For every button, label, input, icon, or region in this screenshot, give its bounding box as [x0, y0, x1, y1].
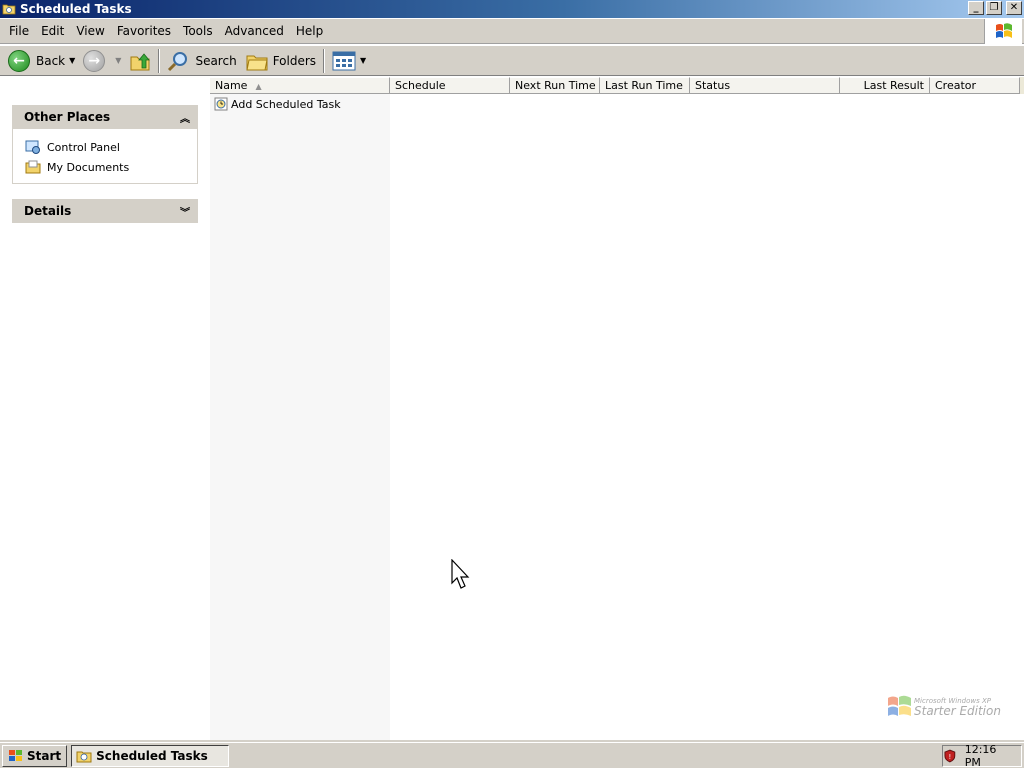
mouse-pointer-icon — [451, 559, 470, 589]
start-button[interactable]: Start — [2, 744, 68, 767]
sorted-column-highlight — [210, 94, 390, 740]
minimize-button[interactable]: _ — [968, 1, 984, 15]
forward-button[interactable]: → ▼ — [79, 48, 125, 74]
collapse-chevron-icon[interactable]: ︽ — [180, 110, 190, 125]
windows-flag-icon — [888, 695, 911, 716]
folders-label: Folders — [272, 53, 317, 68]
scheduled-tasks-folder-icon — [76, 751, 92, 762]
close-icon: ✕ — [1009, 2, 1019, 13]
link-control-panel[interactable]: Control Panel — [25, 137, 197, 157]
add-scheduled-task-icon — [214, 97, 228, 111]
menu-advanced[interactable]: Advanced — [219, 21, 290, 41]
column-header-creator[interactable]: Creator — [930, 77, 1020, 94]
watermark-text: Microsoft Windows XP Starter Edition — [914, 697, 1001, 718]
views-icon — [332, 51, 356, 70]
system-tray: ! 12:16 PM — [942, 743, 1022, 768]
close-button[interactable]: ✕ — [1006, 1, 1022, 15]
up-folder-icon — [130, 52, 151, 70]
security-shield-icon[interactable]: ! — [943, 749, 957, 763]
expand-chevron-icon[interactable]: ︾ — [180, 204, 190, 219]
svg-text:!: ! — [948, 753, 951, 761]
forward-dropdown-icon[interactable]: ▼ — [115, 56, 121, 65]
task-pane: Other Places ︽ Control Panel My Document… — [0, 77, 210, 740]
link-label: Control Panel — [47, 140, 120, 154]
other-places-panel: Other Places ︽ Control Panel My Document… — [12, 105, 198, 184]
back-button[interactable]: ← Back ▼ — [4, 48, 79, 74]
watermark-line-2: Starter Edition — [914, 703, 1001, 718]
windows-start-icon — [9, 749, 22, 761]
taskbar-button-scheduled-tasks[interactable]: Scheduled Tasks — [71, 744, 230, 767]
details-title: Details — [24, 204, 72, 218]
standard-toolbar: ← Back ▼ → ▼ Search Folders ▼ — [0, 45, 1024, 76]
toolbar-separator — [158, 48, 161, 73]
column-label: Last Run Time — [605, 79, 683, 92]
scheduled-tasks-folder-icon — [2, 4, 16, 15]
other-places-title: Other Places — [24, 110, 111, 124]
column-header-last-result[interactable]: Last Result — [840, 77, 930, 94]
search-button[interactable]: Search — [163, 48, 240, 74]
column-headers: Name ▲ Schedule Next Run Time Last Run Ti… — [210, 77, 1024, 94]
forward-arrow-icon: → — [83, 49, 106, 72]
other-places-header[interactable]: Other Places ︽ — [12, 105, 198, 129]
search-icon — [168, 51, 188, 71]
back-dropdown-icon[interactable]: ▼ — [69, 56, 75, 65]
up-folder-button[interactable] — [125, 48, 155, 74]
menu-file[interactable]: File — [3, 21, 35, 41]
folders-button[interactable]: Folders — [241, 48, 320, 74]
details-header[interactable]: Details ︾ — [12, 199, 198, 223]
column-label: Schedule — [395, 79, 446, 92]
views-button[interactable]: ▼ — [328, 48, 370, 74]
column-header-name[interactable]: Name ▲ — [210, 77, 390, 94]
column-header-status[interactable]: Status — [690, 77, 840, 94]
restore-icon: ❐ — [989, 2, 999, 13]
column-header-next-run-time[interactable]: Next Run Time — [510, 77, 600, 94]
restore-button[interactable]: ❐ — [986, 1, 1002, 15]
title-bar[interactable]: Scheduled Tasks _ ❐ ✕ — [0, 0, 1024, 18]
starter-edition-watermark: Microsoft Windows XP Starter Edition — [886, 692, 1016, 722]
column-label: Last Result — [863, 79, 924, 92]
window-title: Scheduled Tasks — [20, 2, 132, 16]
control-panel-icon — [25, 140, 40, 154]
menu-edit[interactable]: Edit — [35, 21, 70, 41]
taskbar-button-label: Scheduled Tasks — [96, 748, 208, 763]
column-label: Name — [215, 79, 248, 92]
item-name: Add Scheduled Task — [231, 97, 341, 111]
link-label: My Documents — [47, 160, 130, 174]
folders-icon — [246, 55, 268, 70]
sort-ascending-icon: ▲ — [255, 82, 262, 91]
search-label: Search — [195, 53, 237, 68]
windows-logo-icon — [984, 19, 1022, 44]
link-my-documents[interactable]: My Documents — [25, 157, 197, 177]
clock[interactable]: 12:16 PM — [965, 743, 1015, 768]
toolbar-separator — [323, 48, 326, 73]
menu-view[interactable]: View — [70, 21, 110, 41]
file-list-view[interactable]: Name ▲ Schedule Next Run Time Last Run Ti… — [210, 77, 1024, 740]
my-documents-icon — [25, 160, 41, 174]
back-label: Back — [36, 53, 66, 68]
column-header-schedule[interactable]: Schedule — [390, 77, 510, 94]
other-places-body: Control Panel My Documents — [12, 129, 198, 184]
column-label: Creator — [935, 79, 977, 92]
back-arrow-icon: ← — [8, 49, 30, 72]
column-header-last-run-time[interactable]: Last Run Time — [600, 77, 690, 94]
menu-help[interactable]: Help — [290, 21, 329, 41]
menu-favorites[interactable]: Favorites — [111, 21, 177, 41]
column-label: Next Run Time — [515, 79, 596, 92]
views-dropdown-icon[interactable]: ▼ — [360, 56, 366, 65]
column-label: Status — [695, 79, 731, 92]
menu-tools[interactable]: Tools — [177, 21, 219, 41]
details-panel: Details ︾ — [12, 199, 198, 223]
taskbar: Start Scheduled Tasks ! 12:16 PM — [0, 742, 1024, 768]
list-item[interactable]: Add Scheduled Task — [214, 96, 341, 112]
start-label: Start — [27, 748, 62, 763]
menu-bar: File Edit View Favorites Tools Advanced … — [0, 19, 1024, 44]
minimize-icon: _ — [973, 2, 979, 13]
